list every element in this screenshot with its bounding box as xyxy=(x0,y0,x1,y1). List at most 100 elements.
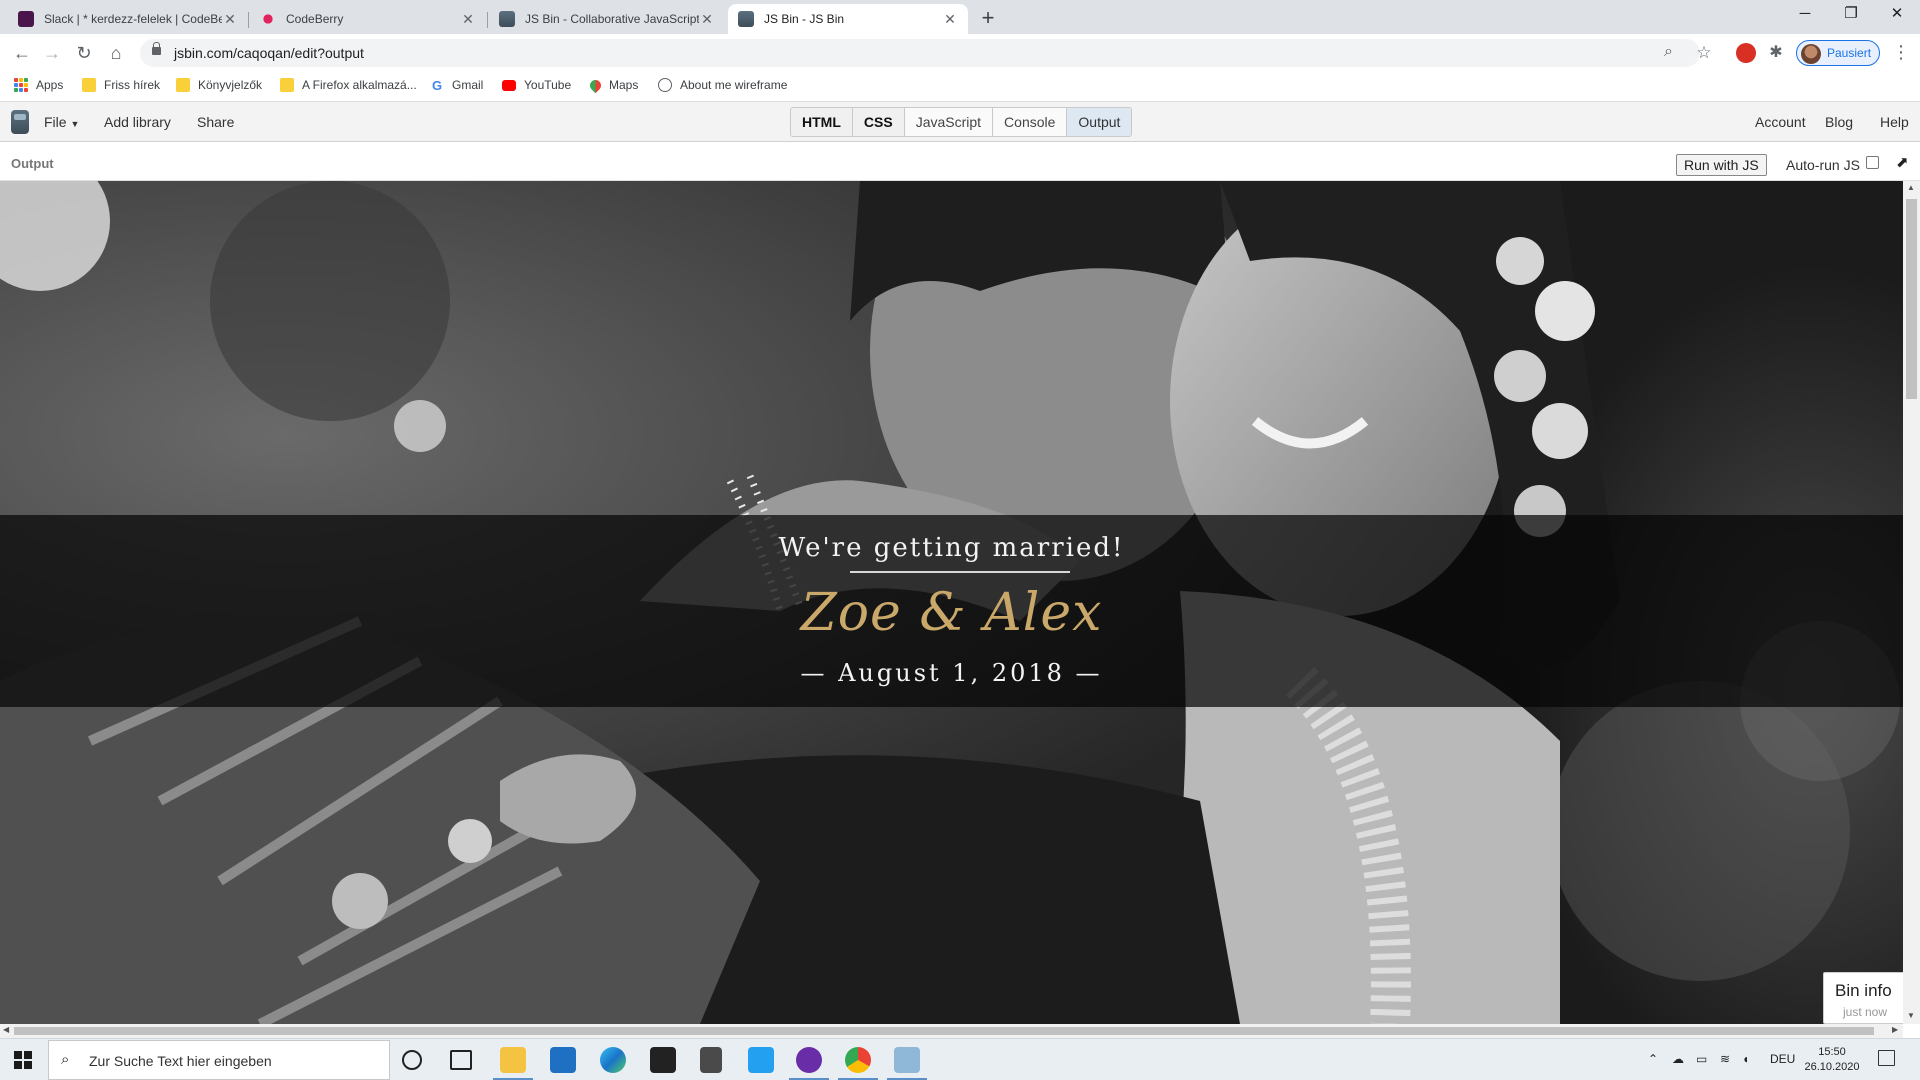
bookmark-star-icon[interactable]: ☆ xyxy=(1692,41,1716,65)
bookmark-friss-hirek[interactable]: Friss hírek xyxy=(82,78,160,92)
bookmark-youtube[interactable]: YouTube xyxy=(502,78,571,92)
profile-button[interactable]: Pausiert xyxy=(1796,40,1880,66)
tab-separator xyxy=(487,12,488,28)
new-tab-button[interactable]: + xyxy=(976,7,1000,31)
codeberry-icon xyxy=(260,11,276,27)
folder-icon xyxy=(82,78,96,92)
tab-console[interactable]: Console xyxy=(993,108,1068,136)
cortana-icon[interactable] xyxy=(402,1050,422,1070)
notion-icon[interactable] xyxy=(650,1047,676,1073)
taskbar-search-input[interactable]: ⌕ Zur Suche Text hier eingeben xyxy=(48,1040,390,1080)
bin-info-widget[interactable]: Bin info just now xyxy=(1823,972,1903,1024)
vertical-scrollbar[interactable]: ▲ ▼ xyxy=(1903,181,1920,1024)
account-link[interactable]: Account xyxy=(1755,114,1806,130)
close-icon[interactable]: ✕ xyxy=(942,11,958,28)
bookmark-maps[interactable]: Maps xyxy=(587,77,638,93)
help-link[interactable]: Help xyxy=(1880,114,1909,130)
autorun-checkbox[interactable] xyxy=(1866,156,1879,169)
add-library-button[interactable]: Add library xyxy=(104,114,171,130)
tab-css[interactable]: CSS xyxy=(852,108,905,136)
wedding-date: — August 1, 2018 — xyxy=(800,659,1103,687)
bookmark-label: Könyvjelzők xyxy=(198,78,263,92)
vscode-icon[interactable] xyxy=(748,1047,774,1073)
app-purple-icon[interactable] xyxy=(796,1047,822,1073)
bookmark-firefox-apps[interactable]: A Firefox alkalmazá... xyxy=(280,78,417,92)
close-icon[interactable]: ✕ xyxy=(699,11,715,28)
close-icon[interactable]: ✕ xyxy=(460,11,476,28)
scroll-up-icon[interactable]: ▲ xyxy=(1907,183,1915,192)
tab-javascript[interactable]: JavaScript xyxy=(905,108,994,136)
edge-icon[interactable] xyxy=(600,1047,626,1073)
folder-icon xyxy=(176,78,190,92)
output-panel-header: Output Run with JS Auto-run JS ⬈ xyxy=(0,142,1920,181)
notification-center-icon[interactable] xyxy=(1878,1050,1895,1066)
forward-button[interactable]: → xyxy=(40,41,64,65)
url-text[interactable]: jsbin.com/caqoqan/edit?output xyxy=(174,45,364,61)
maps-icon xyxy=(587,77,604,93)
reload-button[interactable]: ↻ xyxy=(72,41,96,65)
app-blue-icon[interactable] xyxy=(894,1047,920,1073)
back-button[interactable]: ← xyxy=(10,41,34,65)
bookmark-about-me[interactable]: About me wireframe xyxy=(658,78,787,92)
apps-grid-icon xyxy=(14,78,28,92)
panel-toggle-group: HTML CSS JavaScript Console Output xyxy=(790,107,1133,137)
browser-tab-codeberry[interactable]: CodeBerry ✕ xyxy=(250,4,486,34)
horizontal-scrollbar[interactable]: ◀ ▶ xyxy=(0,1024,1903,1038)
share-button[interactable]: Share xyxy=(197,114,234,130)
language-indicator[interactable]: DEU xyxy=(1770,1052,1795,1066)
bookmark-apps[interactable]: Apps xyxy=(14,78,63,92)
browser-tab-slack[interactable]: Slack | * kerdezz-felelek | CodeBe ✕ xyxy=(8,4,248,34)
address-bar[interactable]: jsbin.com/caqoqan/edit?output ⌕ xyxy=(140,39,1700,67)
avatar xyxy=(1801,44,1821,64)
run-with-js-button[interactable]: Run with JS xyxy=(1676,154,1767,176)
bookmark-gmail[interactable]: G Gmail xyxy=(432,78,483,93)
browser-tab-jsbin-active[interactable]: JS Bin - JS Bin ✕ xyxy=(728,4,968,34)
bookmark-konyvjelzok[interactable]: Könyvjelzők xyxy=(176,78,262,92)
battery-icon[interactable]: ▭ xyxy=(1696,1052,1707,1066)
taskbar-clock[interactable]: 15:50 26.10.2020 xyxy=(1802,1045,1862,1075)
jsbin-header: File ▼ Add library Share HTML CSS JavaSc… xyxy=(0,102,1920,142)
calculator-icon[interactable] xyxy=(700,1047,722,1073)
file-menu-label: File xyxy=(44,114,67,130)
chrome-icon[interactable] xyxy=(845,1047,871,1073)
tab-title: JS Bin - JS Bin xyxy=(764,12,845,26)
extension-adblock-icon[interactable] xyxy=(1736,43,1756,63)
tray-chevron-icon[interactable]: ⌃ xyxy=(1648,1052,1658,1066)
windows-start-icon[interactable] xyxy=(14,1051,32,1069)
tab-html[interactable]: HTML xyxy=(791,108,853,136)
scroll-right-icon[interactable]: ▶ xyxy=(1892,1025,1898,1034)
caret-down-icon: ▼ xyxy=(70,119,80,129)
popout-arrow-icon[interactable]: ⬈ xyxy=(1896,153,1909,171)
scroll-left-icon[interactable]: ◀ xyxy=(3,1025,9,1034)
minimize-button[interactable]: ─ xyxy=(1782,0,1828,30)
task-view-icon[interactable] xyxy=(450,1050,472,1070)
blog-link[interactable]: Blog xyxy=(1825,114,1853,130)
scroll-down-icon[interactable]: ▼ xyxy=(1907,1011,1915,1020)
onedrive-icon[interactable]: ☁ xyxy=(1672,1052,1684,1066)
browser-menu-icon[interactable]: ⋮ xyxy=(1892,42,1910,63)
zoom-icon[interactable]: ⌕ xyxy=(1664,43,1673,61)
tab-output[interactable]: Output xyxy=(1067,108,1132,136)
wifi-icon[interactable]: ≋ xyxy=(1720,1052,1730,1066)
close-icon[interactable]: ✕ xyxy=(222,11,238,28)
announcement-band: We're getting married! Zoe & Alex — Augu… xyxy=(0,515,1903,707)
volume-icon[interactable]: ◖ xyxy=(1742,1052,1749,1066)
search-icon: ⌕ xyxy=(61,1051,70,1068)
home-button[interactable]: ⌂ xyxy=(104,41,128,65)
window-close-button[interactable]: ✕ xyxy=(1874,0,1920,30)
scrollbar-thumb[interactable] xyxy=(1906,199,1917,399)
file-explorer-icon[interactable] xyxy=(500,1047,526,1073)
browser-toolbar: ← → ↻ ⌂ jsbin.com/caqoqan/edit?output ⌕ … xyxy=(0,34,1920,72)
mail-icon[interactable] xyxy=(550,1047,576,1073)
bin-info-title: Bin info xyxy=(1835,981,1892,1000)
restore-button[interactable]: ❐ xyxy=(1828,0,1874,30)
output-panel-label: Output xyxy=(11,156,54,171)
jsbin-icon xyxy=(499,11,515,27)
globe-icon xyxy=(658,78,672,92)
browser-tab-jsbin-collab[interactable]: JS Bin - Collaborative JavaScript D ✕ xyxy=(489,4,725,34)
file-menu[interactable]: File ▼ xyxy=(44,114,79,130)
jsbin-logo-icon[interactable] xyxy=(11,110,29,134)
extensions-puzzle-icon[interactable]: ✱ xyxy=(1764,41,1788,65)
scrollbar-thumb[interactable] xyxy=(14,1027,1874,1035)
search-placeholder: Zur Suche Text hier eingeben xyxy=(89,1053,272,1069)
